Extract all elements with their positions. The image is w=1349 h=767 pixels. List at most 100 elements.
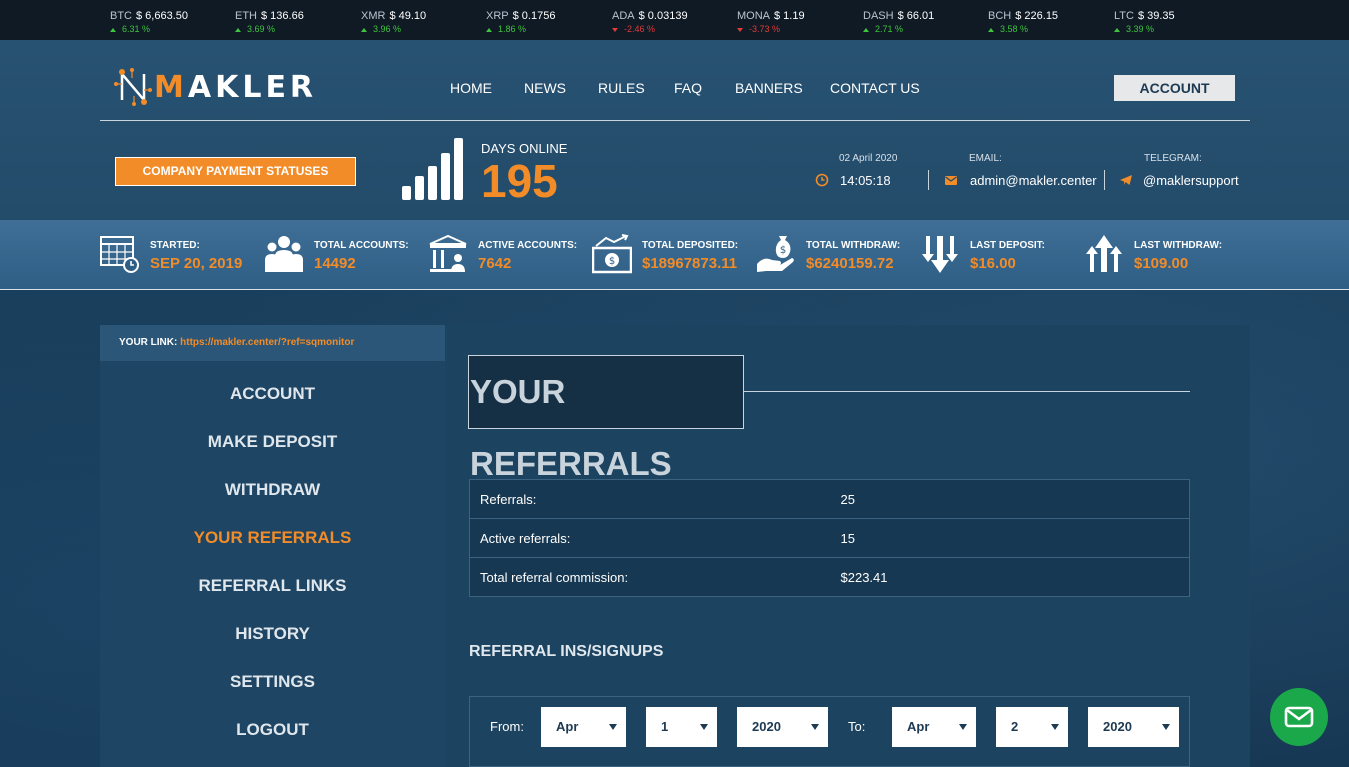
ticker-item: DASH $ 66.01 2.71 %	[863, 10, 935, 34]
down-arrow-icon	[612, 27, 618, 32]
current-date: 02 April 2020	[839, 153, 898, 164]
chevron-down-icon	[811, 724, 819, 730]
nav-faq[interactable]: FAQ	[674, 80, 702, 96]
stat-started-label: STARTED:	[150, 240, 200, 251]
svg-text:$: $	[780, 245, 786, 256]
telegram-label: TELEGRAM:	[1144, 153, 1202, 164]
signal-bars-icon	[402, 138, 474, 200]
stat-active-accounts-label: ACTIVE ACCOUNTS:	[478, 240, 578, 251]
bank-user-icon	[429, 234, 467, 272]
stat-last-deposit-label: LAST DEPOSIT:	[970, 240, 1046, 251]
svg-text:$: $	[609, 256, 615, 267]
sidebar-item-referral-links[interactable]: REFERRAL LINKS	[100, 576, 445, 596]
cash-icon: $	[592, 234, 632, 274]
sidebar-item-history[interactable]: HISTORY	[100, 624, 445, 644]
calendar-icon	[100, 236, 139, 273]
ticker-item: MONA $ 1.19 -3.73 %	[737, 10, 805, 34]
nav-home[interactable]: HOME	[450, 80, 492, 96]
email-label: EMAIL:	[969, 153, 1002, 164]
table-cell-label: Total referral commission:	[469, 557, 841, 597]
company-payment-statuses-button[interactable]: COMPANY PAYMENT STATUSES	[115, 157, 356, 186]
stat-total-accounts-value: 14492	[314, 255, 356, 272]
clock-icon	[815, 173, 829, 187]
chevron-down-icon	[609, 724, 617, 730]
chevron-down-icon	[1051, 724, 1059, 730]
ticker-item: XRP $ 0.1756 1.86 %	[486, 10, 556, 34]
stat-total-accounts-label: TOTAL ACCOUNTS:	[314, 240, 409, 251]
from-day-select[interactable]: 1	[646, 707, 717, 747]
stat-started-value: SEP 20, 2019	[150, 255, 243, 272]
up-arrow-icon	[361, 27, 367, 32]
sidebar-item-settings[interactable]: SETTINGS	[100, 672, 445, 692]
days-online-value: 195	[481, 155, 558, 207]
sidebar-item-withdraw[interactable]: WITHDRAW	[100, 480, 445, 500]
from-label: From:	[490, 719, 524, 734]
stat-active-accounts-value: 7642	[478, 255, 512, 272]
ticker-item: ETH $ 136.66 3.69 %	[235, 10, 304, 34]
ticker-item: BCH $ 226.15 3.58 %	[988, 10, 1059, 34]
up-arrow-icon	[988, 27, 994, 32]
stat-total-withdraw-value: $6240159.72	[806, 255, 894, 272]
table-cell-value: $223.41	[840, 557, 1190, 597]
header-divider	[100, 120, 1250, 121]
to-month-select[interactable]: Apr	[892, 707, 976, 747]
current-time: 14:05:18	[840, 173, 891, 188]
your-link-label: YOUR LINK:	[119, 337, 178, 348]
mail-icon	[945, 176, 957, 185]
chevron-down-icon	[1162, 724, 1170, 730]
sidebar-item-your-referrals[interactable]: YOUR REFERRALS	[100, 528, 445, 548]
nav-news[interactable]: NEWS	[524, 80, 566, 96]
contact-mail-button[interactable]	[1270, 688, 1328, 746]
email-value[interactable]: admin@makler.center	[970, 173, 1097, 188]
nav-contact-us[interactable]: CONTACT US	[830, 80, 920, 96]
your-link-url[interactable]: https://makler.center/?ref=sqmonitor	[180, 337, 354, 348]
stat-last-deposit-value: $16.00	[970, 255, 1016, 272]
to-day-select[interactable]: 2	[996, 707, 1068, 747]
to-label: To:	[848, 719, 866, 734]
chevron-down-icon	[959, 724, 967, 730]
hand-money-icon: $	[757, 236, 794, 272]
stat-last-withdraw-value: $109.00	[1134, 255, 1189, 272]
ticker-item: LTC $ 39.35 3.39 %	[1114, 10, 1175, 34]
sidebar-item-account[interactable]: ACCOUNT	[100, 384, 445, 404]
up-arrow-icon	[863, 27, 869, 32]
referral-summary-table: Referrals: 25 Active referrals: 15 Total…	[469, 479, 1190, 597]
table-row: Referrals: 25	[469, 479, 1190, 519]
site-logo[interactable]: MAKLER	[112, 65, 317, 109]
table-cell-label: Referrals:	[469, 479, 841, 519]
page-title: YOUR REFERRALS	[468, 355, 744, 482]
ticker-item: ADA $ 0.03139 -2.46 %	[612, 10, 688, 34]
nav-rules[interactable]: RULES	[598, 80, 645, 96]
users-icon	[265, 236, 303, 272]
telegram-value[interactable]: @maklersupport	[1143, 173, 1239, 188]
up-arrow-icon	[1114, 27, 1120, 32]
signups-section-title: REFERRAL INS/SIGNUPS	[469, 643, 664, 660]
sidebar-item-make-deposit[interactable]: MAKE DEPOSIT	[100, 432, 445, 452]
arrows-down-icon	[922, 236, 958, 273]
up-arrow-icon	[235, 27, 241, 32]
down-arrow-icon	[737, 27, 743, 32]
price-ticker: BTC $ 6,663.50 6.31 % ETH $ 136.66 3.69 % XM…	[0, 0, 1349, 40]
sidebar-item-logout[interactable]: LOGOUT	[100, 720, 445, 740]
telegram-icon	[1120, 175, 1132, 185]
to-year-select[interactable]: 2020	[1088, 707, 1179, 747]
stat-total-withdraw-label: TOTAL WITHDRAW:	[806, 240, 901, 251]
referral-link-bar: YOUR LINK: https://makler.center/?ref=sq…	[100, 325, 445, 361]
stat-total-deposited-label: TOTAL DEPOSITED:	[642, 240, 739, 251]
brand-name: MAKLER	[154, 69, 318, 105]
envelope-icon	[1284, 706, 1314, 728]
up-arrow-icon	[486, 27, 492, 32]
from-month-select[interactable]: Apr	[541, 707, 626, 747]
from-year-select[interactable]: 2020	[737, 707, 828, 747]
nav-banners[interactable]: BANNERS	[735, 80, 803, 96]
days-online-label: DAYS ONLINE	[481, 141, 568, 156]
header-separator	[1104, 170, 1105, 190]
account-button[interactable]: ACCOUNT	[1114, 75, 1235, 101]
network-logo-icon	[114, 68, 152, 106]
up-arrow-icon	[110, 27, 116, 32]
ticker-item: BTC $ 6,663.50 6.31 %	[110, 10, 188, 34]
title-divider	[744, 391, 1190, 392]
stat-last-withdraw-label: LAST WITHDRAW:	[1134, 240, 1223, 251]
table-row: Active referrals: 15	[469, 518, 1190, 558]
arrows-up-icon	[1086, 235, 1122, 272]
